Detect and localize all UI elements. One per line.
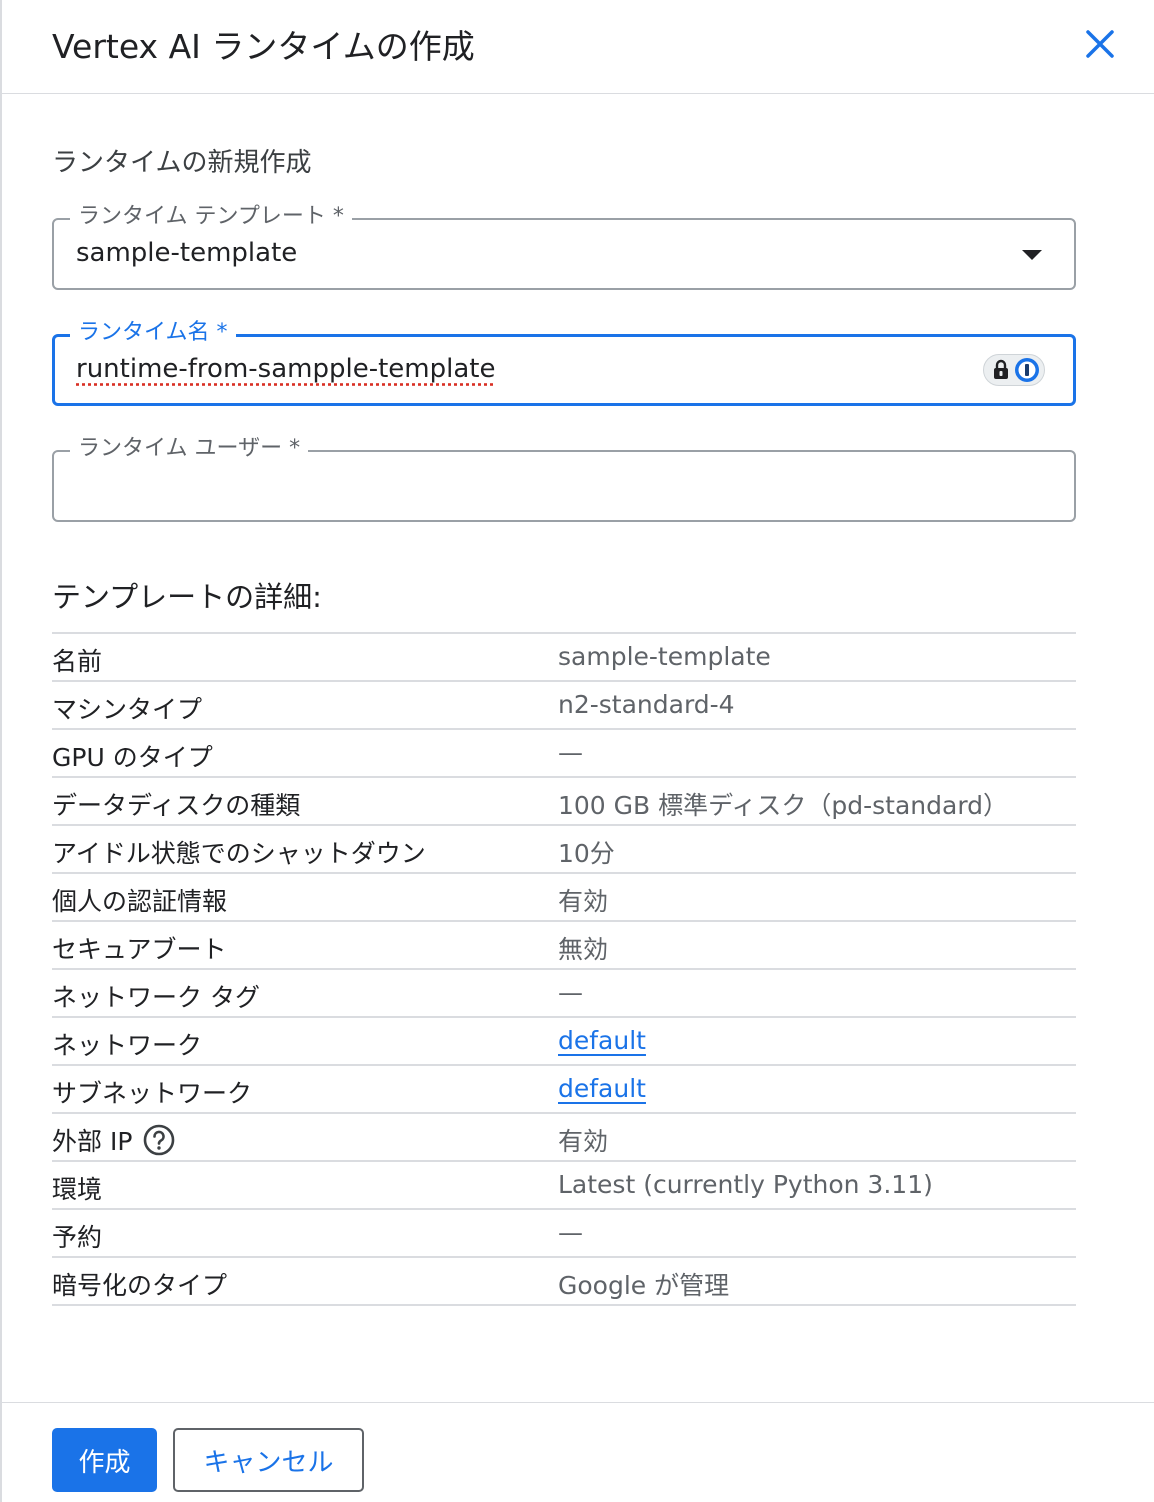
detail-row-network: ネットワーク default bbox=[52, 1018, 1076, 1066]
detail-value: — bbox=[558, 738, 583, 767]
detail-key: 暗号化のタイプ bbox=[52, 1271, 228, 1300]
detail-key: アイドル状態でのシャットダウン bbox=[52, 839, 426, 868]
detail-key: 名前 bbox=[52, 647, 103, 676]
create-runtime-dialog: Vertex AI ランタイムの作成 ランタイムの新規作成 ランタイム テンプレ… bbox=[0, 0, 1154, 1502]
detail-row-secure-boot: セキュアブート 無効 bbox=[52, 922, 1076, 970]
detail-row-name: 名前 sample-template bbox=[52, 634, 1076, 682]
detail-key: ネットワーク bbox=[52, 1031, 203, 1060]
help-icon[interactable] bbox=[142, 1123, 176, 1157]
cancel-button[interactable]: キャンセル bbox=[173, 1428, 364, 1492]
subnetwork-link[interactable]: default bbox=[558, 1074, 646, 1103]
dialog-subtitle: ランタイムの新規作成 bbox=[52, 148, 312, 178]
runtime-name-value[interactable]: runtime-from-sampple-template bbox=[76, 354, 495, 384]
runtime-name-input[interactable]: ランタイム名 * runtime-from-sampple-template bbox=[52, 317, 1076, 406]
runtime-user-input[interactable]: ランタイム ユーザー * bbox=[52, 433, 1076, 522]
detail-key-label: 外部 IP bbox=[52, 1127, 133, 1156]
detail-key: セキュアブート bbox=[52, 935, 227, 964]
detail-value: n2-standard-4 bbox=[558, 690, 735, 719]
dropdown-arrow-icon[interactable] bbox=[1022, 250, 1042, 260]
detail-row-personal-credentials: 個人の認証情報 有効 bbox=[52, 874, 1076, 922]
detail-value: — bbox=[558, 1218, 583, 1247]
runtime-template-label: ランタイム テンプレート * bbox=[70, 201, 352, 233]
detail-row-data-disk: データディスクの種類 100 GB 標準ディスク（pd-standard） bbox=[52, 778, 1076, 826]
runtime-user-label: ランタイム ユーザー * bbox=[70, 433, 309, 465]
detail-value: 100 GB 標準ディスク（pd-standard） bbox=[558, 791, 1009, 820]
detail-key: サブネットワーク bbox=[52, 1079, 253, 1108]
detail-key: 個人の認証情報 bbox=[52, 887, 228, 916]
runtime-name-label: ランタイム名 * bbox=[70, 317, 236, 349]
password-manager-widget[interactable] bbox=[983, 354, 1045, 386]
close-button[interactable] bbox=[1076, 20, 1124, 68]
dialog-footer: 作成 キャンセル bbox=[2, 1402, 1154, 1502]
dialog-title: Vertex AI ランタイムの作成 bbox=[52, 27, 475, 66]
template-details-title: テンプレートの詳細: bbox=[52, 580, 322, 614]
runtime-template-value: sample-template bbox=[76, 238, 298, 268]
detail-value: 10分 bbox=[558, 839, 615, 868]
detail-value: default bbox=[558, 1074, 646, 1103]
detail-key: 予約 bbox=[52, 1223, 103, 1252]
detail-value: 有効 bbox=[558, 887, 609, 916]
detail-key: 外部 IP bbox=[52, 1122, 176, 1158]
runtime-template-select[interactable]: ランタイム テンプレート * sample-template bbox=[52, 201, 1076, 290]
close-icon bbox=[1086, 30, 1114, 58]
detail-row-reservation: 予約 — bbox=[52, 1210, 1076, 1258]
detail-row-network-tags: ネットワーク タグ — bbox=[52, 970, 1076, 1018]
detail-value: — bbox=[558, 978, 583, 1007]
detail-key: マシンタイプ bbox=[52, 695, 203, 724]
detail-value: 無効 bbox=[558, 935, 609, 964]
detail-row-gpu-type: GPU のタイプ — bbox=[52, 730, 1076, 778]
detail-value: default bbox=[558, 1026, 646, 1055]
template-details-table: 名前 sample-template マシンタイプ n2-standard-4 … bbox=[52, 632, 1076, 1306]
dialog-header: Vertex AI ランタイムの作成 bbox=[2, 0, 1154, 94]
detail-key: GPU のタイプ bbox=[52, 743, 213, 772]
detail-value: Latest (currently Python 3.11) bbox=[558, 1170, 933, 1199]
password-manager-icon bbox=[1015, 358, 1039, 382]
lock-icon bbox=[994, 359, 1008, 379]
detail-row-subnetwork: サブネットワーク default bbox=[52, 1066, 1076, 1114]
detail-value: sample-template bbox=[558, 642, 771, 671]
detail-row-external-ip: 外部 IP 有効 bbox=[52, 1114, 1076, 1162]
detail-value: Google が管理 bbox=[558, 1271, 730, 1300]
detail-row-encryption-type: 暗号化のタイプ Google が管理 bbox=[52, 1258, 1076, 1306]
detail-key: ネットワーク タグ bbox=[52, 983, 260, 1012]
detail-row-idle-shutdown: アイドル状態でのシャットダウン 10分 bbox=[52, 826, 1076, 874]
detail-key: データディスクの種類 bbox=[52, 791, 301, 820]
detail-row-environment: 環境 Latest (currently Python 3.11) bbox=[52, 1162, 1076, 1210]
detail-key: 環境 bbox=[52, 1175, 103, 1204]
create-button[interactable]: 作成 bbox=[52, 1428, 157, 1492]
detail-value: 有効 bbox=[558, 1127, 609, 1156]
detail-row-machine-type: マシンタイプ n2-standard-4 bbox=[52, 682, 1076, 730]
network-link[interactable]: default bbox=[558, 1026, 646, 1055]
